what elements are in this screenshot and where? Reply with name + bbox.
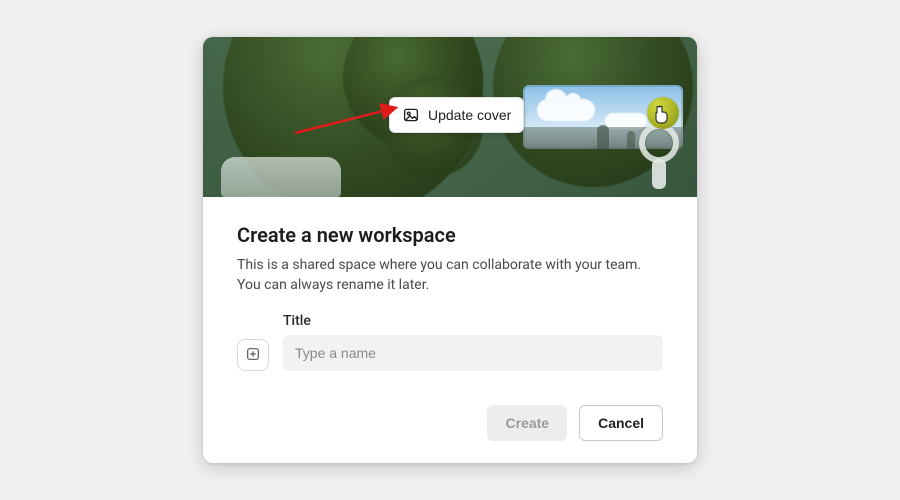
title-input[interactable] xyxy=(283,335,663,371)
dialog-description: This is a shared space where you can col… xyxy=(237,255,663,296)
cover-area: Update cover xyxy=(203,37,697,197)
update-cover-label: Update cover xyxy=(428,107,511,123)
cancel-button[interactable]: Cancel xyxy=(579,405,663,441)
plus-icon xyxy=(245,346,261,365)
dialog-actions: Create Cancel xyxy=(237,405,663,441)
title-row: Title xyxy=(237,313,663,371)
create-workspace-dialog: Update cover Create a new workspace This… xyxy=(203,37,697,464)
image-icon xyxy=(402,106,420,124)
dialog-description-line: This is a shared space where you can col… xyxy=(237,257,641,273)
dialog-description-line: You can always rename it later. xyxy=(237,277,429,293)
add-icon-button[interactable] xyxy=(237,339,269,371)
title-label: Title xyxy=(283,313,663,329)
update-cover-button[interactable]: Update cover xyxy=(389,97,524,133)
cover-decor xyxy=(221,157,341,197)
create-button[interactable]: Create xyxy=(487,405,567,441)
dialog-body: Create a new workspace This is a shared … xyxy=(203,197,697,464)
cover-decor xyxy=(639,123,679,189)
cover-decor xyxy=(647,97,679,129)
dialog-heading: Create a new workspace xyxy=(237,223,663,247)
